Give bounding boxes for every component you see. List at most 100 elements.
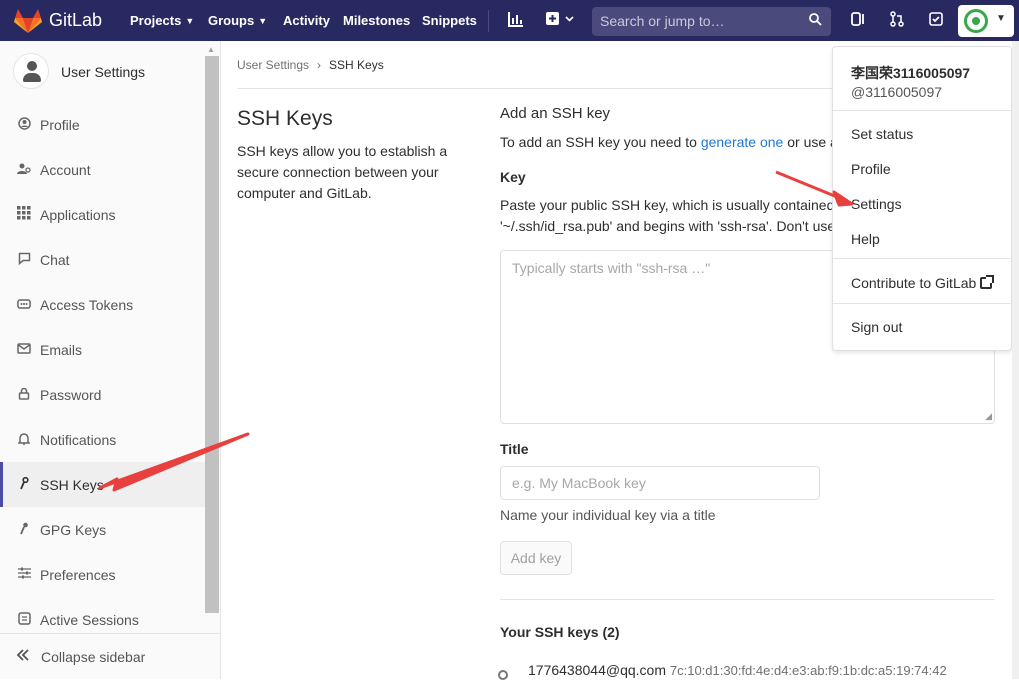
sidebar-item-profile[interactable]: Profile bbox=[0, 102, 205, 147]
chevron-down-icon: ▼ bbox=[996, 13, 1006, 24]
contribute-label: Contribute to GitLab bbox=[851, 275, 977, 291]
title-input[interactable]: e.g. My MacBook key bbox=[500, 466, 820, 500]
sidebar-item-notifications[interactable]: Notifications bbox=[0, 417, 205, 462]
breadcrumb-current[interactable]: SSH Keys bbox=[329, 58, 384, 72]
bell-icon bbox=[16, 432, 32, 448]
preferences-sliders-icon bbox=[16, 567, 32, 582]
nav-projects[interactable]: Projects ▼ bbox=[130, 0, 194, 41]
menu-item-set-status[interactable]: Set status bbox=[851, 126, 913, 142]
user-avatar-icon bbox=[13, 53, 49, 89]
menu-item-sign-out[interactable]: Sign out bbox=[851, 319, 902, 335]
sidebar-item-gpg-keys[interactable]: GPG Keys bbox=[0, 507, 205, 552]
page-scrollbar[interactable] bbox=[1012, 41, 1019, 679]
menu-item-settings[interactable]: Settings bbox=[851, 196, 902, 212]
add-key-intro: To add an SSH key you need to generate o… bbox=[500, 134, 838, 150]
nav-milestones[interactable]: Milestones bbox=[343, 0, 410, 41]
gitlab-tanuki-icon bbox=[14, 8, 42, 33]
sidebar-item-applications[interactable]: Applications bbox=[0, 192, 205, 237]
double-chevron-left-icon bbox=[16, 648, 30, 666]
account-icon bbox=[16, 162, 32, 178]
title-placeholder: e.g. My MacBook key bbox=[512, 475, 646, 491]
access-tokens-icon bbox=[16, 298, 32, 312]
menu-item-profile[interactable]: Profile bbox=[851, 161, 891, 177]
user-full-name[interactable]: 李国荣3116005097 bbox=[851, 63, 970, 83]
nav-snippets[interactable]: Snippets bbox=[422, 0, 477, 41]
sidebar-item-emails[interactable]: Emails bbox=[0, 327, 205, 372]
breadcrumb-separator: › bbox=[317, 58, 322, 72]
collapse-sidebar-button[interactable]: Collapse sidebar bbox=[0, 633, 220, 679]
nav-projects-label: Projects bbox=[130, 13, 182, 28]
menu-divider bbox=[833, 303, 1011, 304]
page-description: SSH keys allow you to establish a secure… bbox=[237, 143, 448, 201]
merge-request-icon[interactable] bbox=[889, 11, 905, 31]
key-placeholder: Typically starts with "ssh-rsa …" bbox=[512, 260, 711, 276]
settings-sidebar: User Settings Profile Account Applicatio… bbox=[0, 41, 221, 679]
ssh-key-row[interactable]: 1776438044@qq.com 7c:10:d1:30:fd:4e:d4:e… bbox=[528, 662, 947, 678]
sidebar-item-label: Preferences bbox=[40, 566, 116, 583]
add-key-button[interactable]: Add key bbox=[500, 541, 572, 575]
sidebar-item-account[interactable]: Account bbox=[0, 147, 205, 192]
issues-icon[interactable] bbox=[850, 11, 866, 31]
collapse-sidebar-label: Collapse sidebar bbox=[41, 648, 146, 665]
sidebar-item-label: Notifications bbox=[40, 431, 117, 448]
sidebar-scrollbar[interactable] bbox=[205, 56, 219, 613]
resize-grip-icon[interactable]: ◢ bbox=[985, 411, 992, 422]
gpg-key-icon bbox=[16, 522, 32, 538]
profile-icon bbox=[16, 116, 32, 133]
nav-milestones-label: Milestones bbox=[343, 13, 411, 28]
sessions-icon bbox=[16, 611, 32, 628]
title-help: Name your individual key via a title bbox=[500, 507, 716, 523]
nav-groups[interactable]: Groups ▼ bbox=[208, 0, 267, 41]
nav-activity[interactable]: Activity bbox=[283, 0, 330, 41]
ssh-key-title[interactable]: 1776438044@qq.com bbox=[528, 662, 666, 678]
sidebar-item-preferences[interactable]: Preferences bbox=[0, 552, 205, 597]
scroll-up-arrow-icon[interactable]: ▲ bbox=[207, 45, 215, 54]
sidebar-item-label: Profile bbox=[40, 116, 80, 133]
nav-activity-label: Activity bbox=[283, 13, 330, 28]
sidebar-item-access-tokens[interactable]: Access Tokens bbox=[0, 282, 205, 327]
chat-icon bbox=[16, 252, 32, 268]
sidebar-item-password[interactable]: Password bbox=[0, 372, 205, 417]
sidebar-item-label: Active Sessions bbox=[40, 611, 139, 628]
sidebar-item-label: Access Tokens bbox=[40, 296, 134, 313]
nav-snippets-label: Snippets bbox=[422, 13, 477, 28]
nav-divider bbox=[488, 10, 489, 32]
key-label: Key bbox=[500, 169, 526, 185]
breadcrumb-user-settings[interactable]: User Settings bbox=[237, 58, 309, 72]
page-title: SSH Keys bbox=[237, 107, 333, 130]
ssh-key-fingerprint: 7c:10:d1:30:fd:4e:d4:e3:ab:f9:1b:dc:a5:1… bbox=[669, 663, 947, 678]
menu-divider bbox=[833, 110, 1011, 111]
plus-square-icon[interactable] bbox=[545, 11, 575, 31]
todo-check-icon[interactable] bbox=[928, 11, 944, 31]
breadcrumb: User Settings › SSH Keys bbox=[237, 58, 384, 72]
key-icon bbox=[16, 476, 32, 493]
sidebar-header[interactable]: User Settings bbox=[0, 41, 205, 103]
menu-divider bbox=[833, 258, 1011, 259]
sidebar-item-label: Emails bbox=[40, 341, 83, 358]
title-label: Title bbox=[500, 441, 529, 457]
search-placeholder: Search or jump to… bbox=[600, 13, 725, 29]
brand-name: GitLab bbox=[49, 10, 103, 30]
add-ssh-key-heading: Add an SSH key bbox=[500, 105, 611, 122]
menu-item-contribute[interactable]: Contribute to GitLab bbox=[851, 275, 995, 291]
gitlab-logo[interactable]: GitLab bbox=[14, 7, 102, 34]
avatar bbox=[964, 9, 988, 33]
user-username: @3116005097 bbox=[851, 84, 943, 100]
sidebar-item-label: Applications bbox=[40, 206, 116, 223]
your-keys-heading: Your SSH keys (2) bbox=[500, 624, 620, 640]
menu-item-help[interactable]: Help bbox=[851, 231, 880, 247]
key-help-line1: Paste your public SSH key, which is usua… bbox=[500, 197, 835, 213]
sidebar-item-ssh-keys[interactable]: SSH Keys bbox=[0, 462, 205, 507]
search-icon bbox=[809, 7, 822, 36]
search-input[interactable]: Search or jump to… bbox=[592, 7, 831, 36]
lock-icon bbox=[16, 387, 32, 403]
generate-one-link[interactable]: generate one bbox=[701, 134, 784, 150]
sidebar-item-chat[interactable]: Chat bbox=[0, 237, 205, 282]
intro-prefix: To add an SSH key you need to bbox=[500, 134, 701, 150]
sidebar-item-label: Account bbox=[40, 161, 91, 178]
section-divider bbox=[500, 599, 995, 600]
chart-icon[interactable] bbox=[508, 11, 524, 31]
user-menu-toggle[interactable]: ▼ bbox=[958, 5, 1014, 37]
external-link-icon bbox=[980, 275, 995, 289]
key-help-line2: '~/.ssh/id_rsa.pub' and begins with 'ssh… bbox=[500, 218, 836, 234]
